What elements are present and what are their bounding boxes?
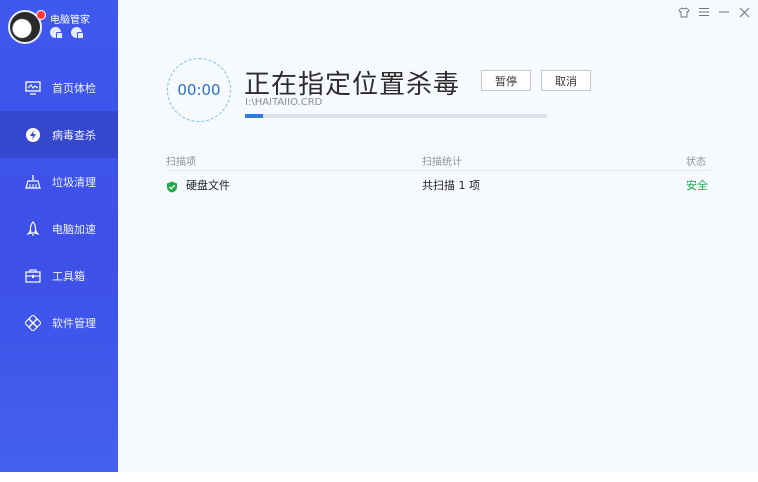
account-icon[interactable] bbox=[50, 27, 63, 39]
pause-button[interactable]: 暂停 bbox=[481, 70, 531, 91]
sidebar-item-speed-up[interactable]: 电脑加速 bbox=[0, 205, 118, 252]
app-name: 电脑管家 bbox=[50, 15, 90, 26]
window-controls bbox=[678, 6, 750, 18]
row-item: 硬盘文件 bbox=[186, 179, 230, 192]
safe-check-icon bbox=[166, 178, 178, 193]
notification-dot bbox=[36, 10, 46, 20]
timer-value: 00:00 bbox=[177, 81, 221, 99]
sidebar-item-label: 电脑加速 bbox=[52, 222, 96, 236]
sidebar-item-software-manager[interactable]: 软件管理 bbox=[0, 299, 118, 346]
sidebar-item-toolbox[interactable]: 工具箱 bbox=[0, 252, 118, 299]
row-status: 安全 bbox=[686, 179, 708, 192]
row-stats: 共扫描 1 项 bbox=[422, 179, 480, 192]
menu-icon[interactable] bbox=[698, 6, 710, 18]
security-status-icon[interactable] bbox=[71, 27, 84, 39]
bottom-strip bbox=[0, 472, 758, 482]
sidebar-item-label: 垃圾清理 bbox=[52, 175, 96, 189]
sidebar: 电脑管家 首页体检 病毒查杀 垃圾清理 电脑加速 工具箱 软件管理 bbox=[0, 0, 118, 472]
table-row: 硬盘文件 共扫描 1 项 安全 bbox=[166, 177, 710, 195]
toolbox-icon bbox=[24, 267, 42, 285]
brand-area: 电脑管家 bbox=[8, 6, 118, 50]
sidebar-item-virus-scan[interactable]: 病毒查杀 bbox=[0, 111, 118, 158]
column-header-item: 扫描项 bbox=[166, 157, 196, 168]
bolt-shield-icon bbox=[24, 126, 42, 144]
sidebar-item-label: 工具箱 bbox=[52, 269, 85, 283]
skin-icon[interactable] bbox=[678, 6, 690, 18]
broom-icon bbox=[24, 173, 42, 191]
monitor-icon bbox=[24, 79, 42, 97]
sidebar-item-home-check[interactable]: 首页体检 bbox=[0, 64, 118, 111]
app-window: 电脑管家 首页体检 病毒查杀 垃圾清理 电脑加速 工具箱 软件管理 00:00 … bbox=[0, 0, 758, 472]
sidebar-item-label: 首页体检 bbox=[52, 81, 96, 95]
cancel-button[interactable]: 取消 bbox=[541, 70, 591, 91]
header-divider bbox=[166, 170, 710, 171]
scan-timer: 00:00 bbox=[167, 58, 231, 122]
sidebar-nav: 首页体检 病毒查杀 垃圾清理 电脑加速 工具箱 软件管理 bbox=[0, 64, 118, 346]
scan-path: I:\HAITAIIO.CRD bbox=[245, 97, 323, 108]
rocket-icon bbox=[24, 220, 42, 238]
sidebar-item-label: 病毒查杀 bbox=[52, 128, 96, 142]
sidebar-item-junk-clean[interactable]: 垃圾清理 bbox=[0, 158, 118, 205]
software-icon bbox=[24, 314, 42, 332]
scan-progress-fill bbox=[245, 114, 264, 118]
page-title: 正在指定位置杀毒 bbox=[244, 70, 461, 100]
close-icon[interactable] bbox=[738, 6, 750, 18]
column-header-stats: 扫描统计 bbox=[422, 157, 462, 168]
scan-progress-bar bbox=[245, 114, 547, 118]
column-header-status: 状态 bbox=[686, 157, 706, 168]
minimize-icon[interactable] bbox=[718, 6, 730, 18]
sidebar-item-label: 软件管理 bbox=[52, 316, 96, 330]
main-content: 00:00 正在指定位置杀毒 暂停 取消 I:\HAITAIIO.CRD 扫描项… bbox=[118, 0, 758, 472]
